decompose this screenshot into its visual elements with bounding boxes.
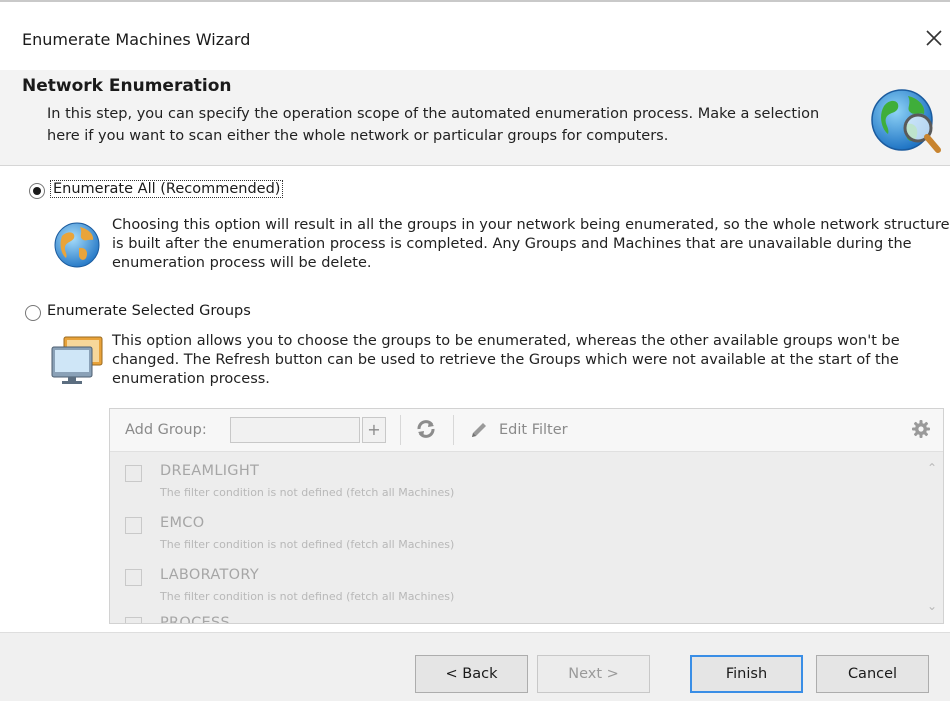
- globe-magnifier-icon: [871, 89, 941, 153]
- wizard-footer: < Back Next > Finish Cancel: [0, 632, 950, 701]
- group-row[interactable]: PROCESS: [110, 605, 943, 623]
- group-row[interactable]: EMCO The filter condition is not defined…: [110, 505, 943, 557]
- group-filter-description: The filter condition is not defined (fet…: [160, 538, 455, 551]
- group-filter-description: The filter condition is not defined (fet…: [160, 486, 455, 499]
- group-filter-description: The filter condition is not defined (fet…: [160, 590, 455, 603]
- header-description: In this step, you can specify the operat…: [47, 106, 820, 144]
- cancel-button[interactable]: Cancel: [816, 655, 929, 693]
- group-row[interactable]: DREAMLIGHT The filter condition is not d…: [110, 453, 943, 505]
- pencil-icon[interactable]: [468, 419, 490, 441]
- group-checkbox[interactable]: [125, 465, 142, 482]
- enumerate-all-label[interactable]: Enumerate All (Recommended): [49, 180, 284, 198]
- wizard-header: Network Enumeration In this step, you ca…: [0, 70, 950, 166]
- group-row[interactable]: LABORATORY The filter condition is not d…: [110, 557, 943, 609]
- enumerate-selected-label[interactable]: Enumerate Selected Groups: [47, 303, 251, 319]
- edit-filter-button[interactable]: Edit Filter: [499, 422, 568, 438]
- refresh-icon[interactable]: [415, 418, 437, 440]
- group-panel: Add Group: + Edit Filter DREAMLIGHT The …: [109, 408, 944, 624]
- group-checkbox[interactable]: [125, 569, 142, 586]
- monitors-icon: [51, 336, 103, 384]
- group-checkbox[interactable]: [125, 517, 142, 534]
- scroll-up-icon[interactable]: ⌃: [927, 461, 937, 475]
- group-name: PROCESS: [160, 615, 231, 623]
- finish-button[interactable]: Finish: [690, 655, 803, 693]
- group-toolbar: Add Group: + Edit Filter: [110, 409, 943, 452]
- enumerate-selected-description: This option allows you to choose the gro…: [112, 333, 900, 387]
- add-group-label: Add Group:: [125, 422, 207, 438]
- group-name: EMCO: [160, 515, 205, 531]
- gear-icon[interactable]: [911, 419, 931, 439]
- enumerate-selected-radio[interactable]: [25, 305, 41, 321]
- window-title: Enumerate Machines Wizard: [22, 30, 251, 49]
- add-group-button[interactable]: +: [362, 417, 386, 443]
- title-bar: Enumerate Machines Wizard: [0, 2, 950, 70]
- enumerate-all-description: Choosing this option will result in all …: [112, 217, 950, 271]
- add-group-input[interactable]: [230, 417, 360, 443]
- next-button[interactable]: Next >: [537, 655, 650, 693]
- scroll-down-icon[interactable]: ⌄: [927, 599, 937, 613]
- header-title: Network Enumeration: [22, 76, 232, 96]
- toolbar-separator: [400, 415, 401, 445]
- group-name: DREAMLIGHT: [160, 463, 260, 479]
- group-checkbox[interactable]: [125, 617, 142, 623]
- toolbar-separator: [453, 415, 454, 445]
- enumerate-all-radio[interactable]: [29, 183, 45, 199]
- globe-icon: [54, 222, 100, 268]
- close-icon[interactable]: [922, 26, 946, 50]
- group-name: LABORATORY: [160, 567, 259, 583]
- back-button[interactable]: < Back: [415, 655, 528, 693]
